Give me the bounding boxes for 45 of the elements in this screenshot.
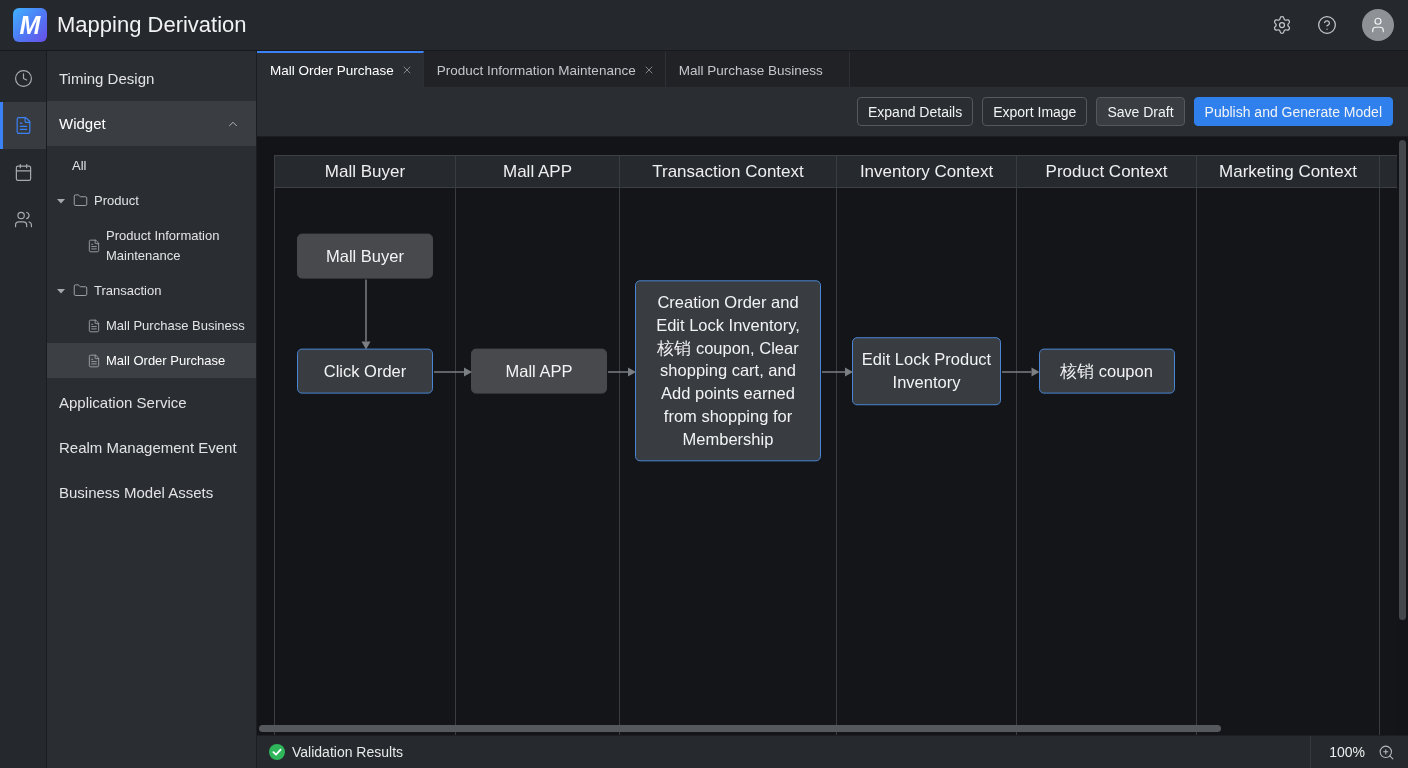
help-icon[interactable]	[1317, 15, 1337, 35]
calendar-icon	[13, 163, 33, 182]
lane-header: Mall Buyer	[275, 156, 455, 188]
validation-results-text[interactable]: Validation Results	[292, 744, 404, 760]
zoom-in-icon[interactable]	[1378, 743, 1395, 761]
folder-icon	[73, 193, 88, 208]
file-icon	[87, 318, 101, 333]
arrow-connector	[821, 367, 853, 377]
arrow-connector	[361, 278, 371, 350]
horizontal-scrollbar[interactable]	[259, 725, 1221, 732]
people-icon	[13, 210, 33, 229]
toolbar-button[interactable]: Save Draft	[1096, 97, 1185, 126]
flow-node: Creation Order and Edit Lock Inventory, 核销 coupon, Clear shopping cart, and Add points earned from shopping for Membership	[635, 280, 821, 462]
flow-node: 核销 coupon	[1038, 348, 1175, 394]
tab[interactable]: Mall Order Purchase	[257, 51, 424, 87]
flow-node: Mall Buyer	[297, 233, 433, 279]
lane-header: Marketing Context	[1197, 156, 1379, 188]
flow-node: Click Order	[297, 348, 433, 394]
lane-header: Mall APP	[456, 156, 619, 188]
lane-header: Product Context	[1017, 156, 1196, 188]
lane-header: Transaction Context	[620, 156, 836, 188]
tree-item[interactable]: Mall Order Purchase	[47, 343, 256, 378]
flow-node: Edit Lock Product Inventory	[852, 337, 1001, 405]
arrow-connector	[1001, 367, 1040, 377]
settings-icon[interactable]	[1272, 15, 1292, 35]
arrow-connector	[433, 367, 472, 377]
toolbar-button[interactable]: Export Image	[982, 97, 1088, 126]
app-logo: M	[13, 8, 47, 42]
nav-item[interactable]: Widget	[47, 101, 256, 146]
arrow-connector	[607, 367, 636, 377]
file-icon	[87, 353, 101, 368]
toolbar-button[interactable]: Expand Details	[856, 97, 974, 126]
lane-header: Inventory Context	[837, 156, 1016, 188]
toolbar-button[interactable]: Publish and Generate Model	[1193, 97, 1393, 126]
vertical-scrollbar[interactable]	[1399, 140, 1406, 620]
caret-down-icon[interactable]	[57, 196, 65, 205]
zoom-level: 100%	[1329, 744, 1365, 760]
clock-icon	[13, 69, 33, 88]
user-icon	[1369, 16, 1387, 34]
flow-node: Mall APP	[471, 348, 607, 394]
app-title: Mapping Derivation	[57, 12, 247, 38]
caret-down-icon[interactable]	[57, 286, 65, 295]
avatar-button[interactable]	[1362, 9, 1394, 41]
file-icon	[87, 238, 101, 253]
folder-icon	[73, 283, 88, 298]
